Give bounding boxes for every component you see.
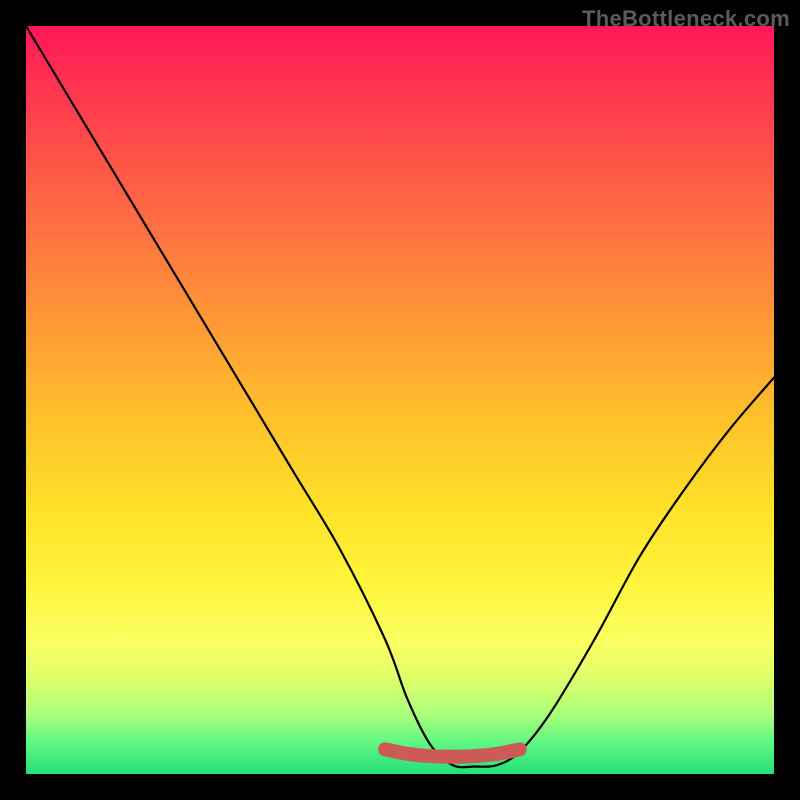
plot-area <box>26 26 774 774</box>
chart-frame: TheBottleneck.com <box>0 0 800 800</box>
watermark-text: TheBottleneck.com <box>582 6 790 32</box>
gradient-background <box>26 26 774 774</box>
